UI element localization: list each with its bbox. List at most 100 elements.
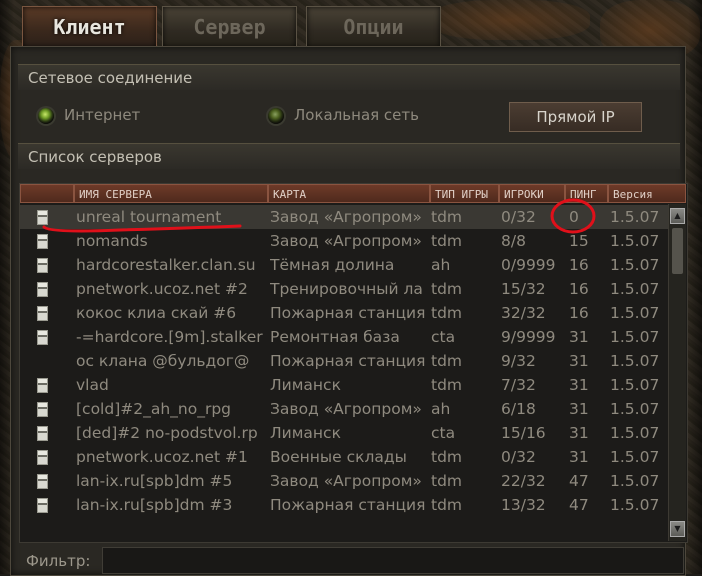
table-row[interactable]: [cold]#2_ah_no_rpg Завод «Агропром» ah 6/18… xyxy=(20,397,668,421)
radio-internet[interactable]: Интернет xyxy=(38,104,140,126)
filter-input[interactable] xyxy=(102,547,684,574)
server-version: 1.5.07 xyxy=(610,328,660,346)
server-players: 6/18 xyxy=(501,400,536,418)
server-map: Завод «Агропром» xyxy=(270,232,422,250)
computer-icon xyxy=(37,282,48,297)
server-map: Тренировочный ла xyxy=(270,280,423,298)
server-icon xyxy=(37,493,53,517)
server-map: Ремонтная база xyxy=(270,328,400,346)
server-icon xyxy=(37,469,53,493)
table-row[interactable]: -=hardcore.[9m].stalker Ремонтная база cta… xyxy=(20,325,668,349)
server-players: 15/16 xyxy=(501,424,546,442)
column-header-players[interactable]: ИГРОКИ xyxy=(499,184,565,203)
computer-icon xyxy=(37,210,48,225)
server-version: 1.5.07 xyxy=(610,208,660,226)
server-map: Пожарная станция xyxy=(270,352,426,370)
server-players: 0/9999 xyxy=(501,256,556,274)
server-game-type: tdm xyxy=(431,280,463,298)
server-ping: 31 xyxy=(569,400,589,418)
radio-internet-label: Интернет xyxy=(64,106,141,124)
server-ping: 47 xyxy=(569,472,589,490)
computer-icon xyxy=(37,402,48,417)
server-icon xyxy=(37,229,53,253)
server-map: Пожарная станция xyxy=(270,496,426,514)
table-header: ИМЯ СЕРВЕРА КАРТА ТИП ИГРЫ ИГРОКИ ПИНГ В… xyxy=(20,184,687,204)
radio-lan[interactable]: Локальная сеть xyxy=(268,104,419,126)
server-players: 9/32 xyxy=(501,352,536,370)
server-game-type: ah xyxy=(431,400,451,418)
server-ping: 47 xyxy=(569,496,589,514)
server-name: [ded]#2 no-podstvol.rp xyxy=(76,424,258,442)
arrow-down-icon[interactable]: ▼ xyxy=(670,521,685,537)
server-game-type: tdm xyxy=(431,472,463,490)
server-icon xyxy=(37,325,53,349)
server-players: 15/32 xyxy=(501,280,546,298)
server-version: 1.5.07 xyxy=(610,352,660,370)
table-row[interactable]: [ded]#2 no-podstvol.rp Лиманск cta 15/16 31 1… xyxy=(20,421,668,445)
network-section-title: Сетевое соединение xyxy=(18,64,680,90)
table-row[interactable]: nomands Завод «Агропром» tdm 8/8 15 1.5.07 xyxy=(20,229,668,253)
column-header-type[interactable]: ТИП ИГРЫ xyxy=(430,184,499,203)
server-players: 13/32 xyxy=(501,496,546,514)
server-ping: 16 xyxy=(569,304,589,322)
computer-icon xyxy=(37,450,48,465)
server-version: 1.5.07 xyxy=(610,256,660,274)
column-header-ping[interactable]: ПИНГ xyxy=(565,184,608,203)
server-name: -=hardcore.[9m].stalker xyxy=(76,328,263,346)
server-version: 1.5.07 xyxy=(610,472,660,490)
table-row[interactable]: vlad Лиманск tdm 7/32 31 1.5.07 xyxy=(20,373,668,397)
server-version: 1.5.07 xyxy=(610,232,660,250)
server-name: pnetwork.ucoz.net #1 xyxy=(76,448,248,466)
server-icon xyxy=(37,253,53,277)
server-icon xyxy=(37,421,53,445)
column-header-name[interactable]: ИМЯ СЕРВЕРА xyxy=(74,184,268,203)
computer-icon xyxy=(37,426,48,441)
arrow-up-icon[interactable]: ▲ xyxy=(670,208,685,224)
table-row[interactable]: ос клана @бульдог@ Пожарная станция tdm 9/3… xyxy=(20,349,668,373)
server-version: 1.5.07 xyxy=(610,400,660,418)
server-icon xyxy=(37,445,53,469)
server-game-type: cta xyxy=(431,424,456,442)
server-game-type: tdm xyxy=(431,496,463,514)
server-version: 1.5.07 xyxy=(610,280,660,298)
server-map: Лиманск xyxy=(270,376,341,394)
tab-options[interactable]: Опции xyxy=(306,6,441,47)
server-icon xyxy=(37,349,53,373)
scrollbar[interactable]: ▲ ▼ xyxy=(668,204,686,541)
radio-unselected-icon xyxy=(268,107,284,124)
filter-label: Фильтр: xyxy=(26,552,91,570)
server-icon xyxy=(37,277,53,301)
server-name: unreal tournament xyxy=(76,208,222,226)
table-row[interactable]: lan-ix.ru[spb]dm #5 Завод «Агропром» tdm 22… xyxy=(20,469,668,493)
server-players: 0/32 xyxy=(501,208,536,226)
server-version: 1.5.07 xyxy=(610,376,660,394)
table-row[interactable]: pnetwork.ucoz.net #2 Тренировочный ла tdm 1… xyxy=(20,277,668,301)
server-map: Тёмная долина xyxy=(270,256,395,274)
server-players: 8/8 xyxy=(501,232,526,250)
table-row[interactable]: кокос клиа скай #6 Пожарная станция tdm 32/… xyxy=(20,301,668,325)
server-map: Пожарная станция xyxy=(270,304,426,322)
server-ping: 31 xyxy=(569,424,589,442)
table-row[interactable]: hardcorestalker.clan.su Тёмная долина ah 0/… xyxy=(20,253,668,277)
scrollbar-thumb[interactable] xyxy=(672,228,683,274)
server-version: 1.5.07 xyxy=(610,424,660,442)
server-list-title: Список серверов xyxy=(18,143,680,169)
column-header-version[interactable]: Версия xyxy=(608,184,686,203)
table-row[interactable]: lan-ix.ru[spb]dm #3 Пожарная станция tdm 13… xyxy=(20,493,668,517)
server-game-type: tdm xyxy=(431,352,463,370)
column-header-icon[interactable] xyxy=(20,184,74,203)
tab-server[interactable]: Сервер xyxy=(162,6,297,47)
table-row[interactable]: pnetwork.ucoz.net #1 Военные склады tdm 0/3… xyxy=(20,445,668,469)
server-table: ИМЯ СЕРВЕРА КАРТА ТИП ИГРЫ ИГРОКИ ПИНГ В… xyxy=(19,183,688,543)
column-header-map[interactable]: КАРТА xyxy=(268,184,430,203)
tab-client[interactable]: Клиент xyxy=(22,6,157,47)
server-name: nomands xyxy=(76,232,148,250)
server-name: lan-ix.ru[spb]dm #3 xyxy=(76,496,233,514)
server-ping: 31 xyxy=(569,328,589,346)
computer-icon xyxy=(37,234,48,249)
direct-ip-button[interactable]: Прямой IP xyxy=(509,102,642,132)
server-ping: 16 xyxy=(569,280,589,298)
server-game-type: ah xyxy=(431,256,451,274)
table-row[interactable]: unreal tournament Завод «Агропром» tdm 0/32… xyxy=(20,205,668,229)
computer-icon xyxy=(37,474,48,489)
